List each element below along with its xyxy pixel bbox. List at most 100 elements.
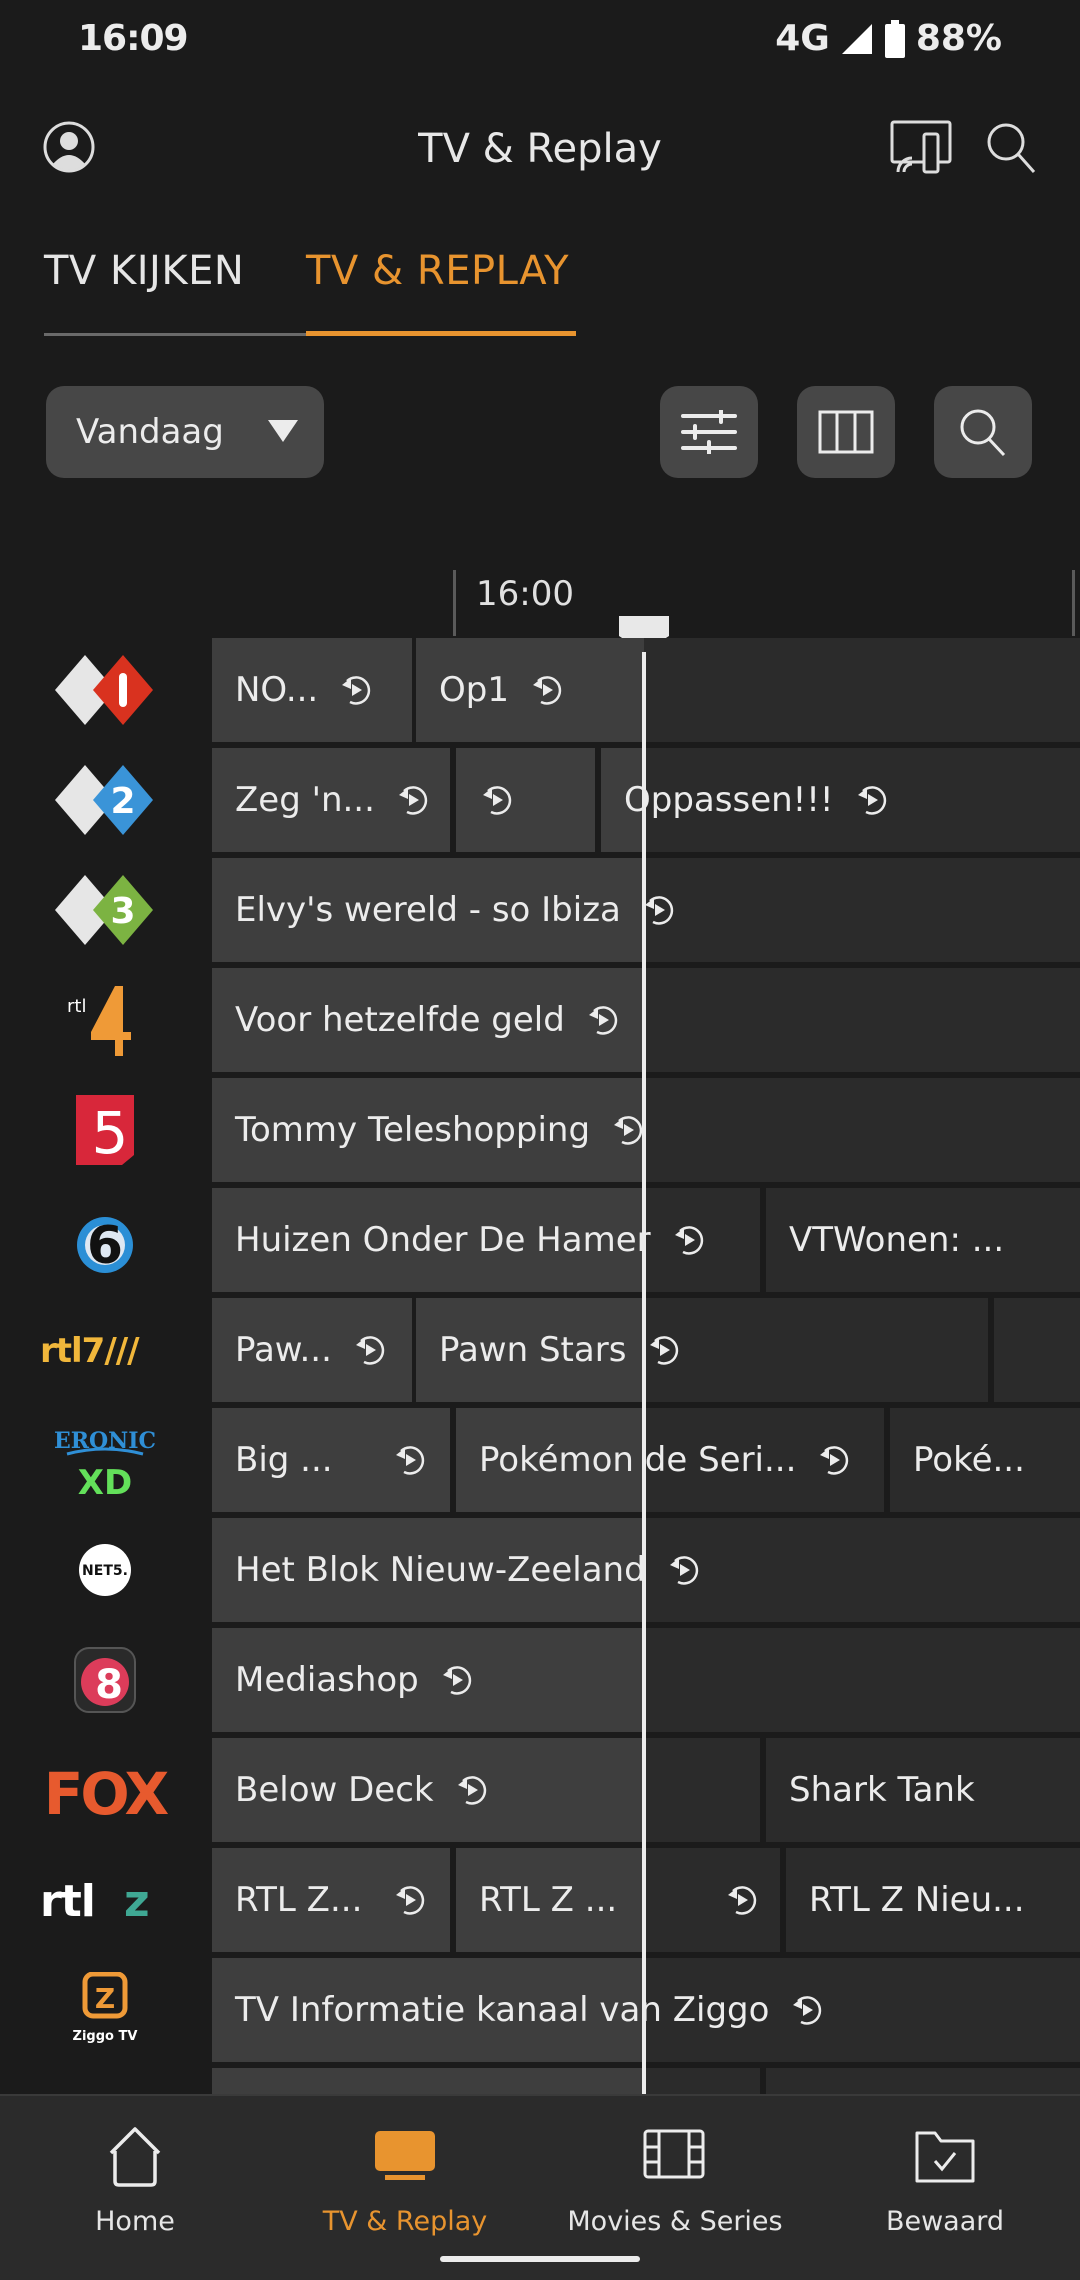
tv-icon [375,2131,435,2180]
svg-text:rtl: rtl [67,996,86,1017]
program-cell[interactable]: Mediashop [212,1628,1080,1732]
nav-bewaard[interactable]: Bewaard [810,2122,1080,2237]
channel-logo[interactable]: 8 [0,1628,210,1732]
channel-logo[interactable]: rtl z [0,1848,210,1952]
program-cell[interactable]: Zeg 'n... [212,748,450,852]
program-cell[interactable]: Below Deck [212,1738,760,1842]
program-cell[interactable]: Poké... [890,1408,1080,1512]
program-cell[interactable]: RTL Z ... [456,1848,780,1952]
svg-text:2: 2 [110,781,135,822]
program-cell[interactable] [994,1298,1080,1402]
time-label: 16:00 [476,574,574,614]
search-button[interactable] [984,120,1038,178]
nav-bewaard-label: Bewaard [885,2206,1005,2237]
channel-logo[interactable]: VERONICAXD [0,1408,210,1512]
program-title: TV Informatie kanaal van Ziggo [235,1990,770,2030]
filter-button[interactable] [660,386,758,478]
program-cell[interactable]: Op1 [416,638,1080,742]
svg-text:3: 3 [110,891,135,932]
replay-icon [479,783,513,817]
date-select[interactable]: Vandaag [46,386,324,478]
program-title: Oppassen!!! [624,780,834,820]
replay-icon [529,673,563,707]
svg-text:z: z [124,1876,150,1924]
columns-view-button[interactable] [797,386,895,478]
home-indicator[interactable] [440,2256,640,2262]
timeline-header: 16:00 [0,560,1080,638]
channel-logo[interactable]: rtl [0,968,210,1072]
program-cell[interactable]: Big ... [212,1408,450,1512]
nav-tv-replay[interactable]: TV & Replay [270,2122,540,2237]
nav-movies-series[interactable]: Movies & Series [540,2122,810,2237]
bottom-navigation: Home TV & Replay Movies & Series Bewaard [0,2094,1080,2280]
program-cell[interactable]: Voor hetzelfde geld [212,968,1080,1072]
program-cell[interactable] [212,2068,760,2094]
channel-logo[interactable]: 5 [0,1078,210,1182]
program-title: Shark Tank [789,1770,975,1810]
search-icon [987,123,1036,173]
nav-movies-series-label: Movies & Series [567,2206,783,2237]
cast-button[interactable] [890,120,954,178]
channel-row [0,2068,1080,2094]
nav-home[interactable]: Home [0,2122,270,2237]
tab-tv-kijken[interactable]: TV KIJKEN [44,240,306,336]
channel-logo[interactable] [0,2068,210,2094]
saved-folder-icon [915,2131,975,2183]
program-cell[interactable]: Elvy's wereld - so Ibiza [212,858,1080,962]
guide-search-button[interactable] [934,386,1032,478]
replay-icon [392,1443,426,1477]
program-title: Voor hetzelfde geld [235,1000,565,1040]
program-cell[interactable]: Pawn Stars [416,1298,988,1402]
program-cell[interactable]: Shark Tank [766,1738,1080,1842]
svg-text:Z: Z [95,1982,115,2015]
program-title: RTL Z ... [479,1880,618,1920]
replay-icon [352,1333,386,1367]
program-cell[interactable] [456,748,595,852]
program-cell[interactable]: Tommy Teleshopping [212,1078,1080,1182]
program-cell[interactable] [766,2068,1080,2094]
network-type: 4G [775,18,830,59]
channel-logo[interactable]: 3 [0,858,210,962]
channel-logo[interactable]: NET5. [0,1518,210,1622]
svg-text:Ziggo TV: Ziggo TV [73,2029,138,2044]
tab-bar: TV KIJKEN TV & REPLAY [44,240,576,336]
time-tick [453,570,456,636]
channel-logo[interactable]: rtl7/// [0,1298,210,1402]
replay-icon [585,1003,619,1037]
replay-icon [439,1663,473,1697]
program-cell[interactable]: Oppassen!!! [601,748,1080,852]
nav-tv-replay-label: TV & Replay [322,2206,488,2237]
chevron-down-icon [268,420,298,442]
channel-logo[interactable]: 6 [0,1188,210,1292]
replay-icon [454,1773,488,1807]
channel-row: rtl Voor hetzelfde geld [0,968,1080,1072]
svg-text:XD: XD [78,1463,132,1498]
program-title: Het Blok Nieuw-Zeeland [235,1550,646,1590]
program-cell[interactable]: Het Blok Nieuw-Zeeland [212,1518,1080,1622]
channel-row: 5 Tommy Teleshopping [0,1078,1080,1182]
program-title: Poké... [913,1440,1025,1480]
program-cell[interactable]: NO... [212,638,412,742]
tab-tv-replay[interactable]: TV & REPLAY [306,240,576,336]
program-cell[interactable]: VTWonen: ... [766,1188,1080,1292]
channel-logo[interactable]: 2 [0,748,210,852]
columns-icon [818,410,874,454]
program-cell[interactable]: Huizen Onder De Hamer [212,1188,760,1292]
program-cell[interactable]: Pokémon de Seri... [456,1408,884,1512]
replay-icon [392,1883,426,1917]
svg-text:rtl7///: rtl7/// [40,1331,140,1370]
replay-icon [610,1113,644,1147]
channel-row: FOX Below Deck Shark Tank [0,1738,1080,1842]
program-cell[interactable]: Paw... [212,1298,412,1402]
program-grid[interactable]: NO... Op1 2 Zeg 'n... Oppassen!!! 3 Elvy's wer… [0,638,1080,2094]
cast-icon [890,120,952,174]
program-cell[interactable]: TV Informatie kanaal van Ziggo [212,1958,1080,2062]
channel-logo[interactable]: FOX [0,1738,210,1842]
film-icon [643,2129,705,2179]
program-title: RTL Z Nieu... [809,1880,1025,1920]
channel-logo[interactable]: Z Ziggo TV [0,1958,210,2062]
program-cell[interactable]: RTL Z Nieu... [786,1848,1080,1952]
program-cell[interactable]: RTL Z... [212,1848,450,1952]
channel-logo[interactable] [0,638,210,742]
channel-row: VERONICAXD Big ... Pokémon de Seri... Poké.… [0,1408,1080,1512]
